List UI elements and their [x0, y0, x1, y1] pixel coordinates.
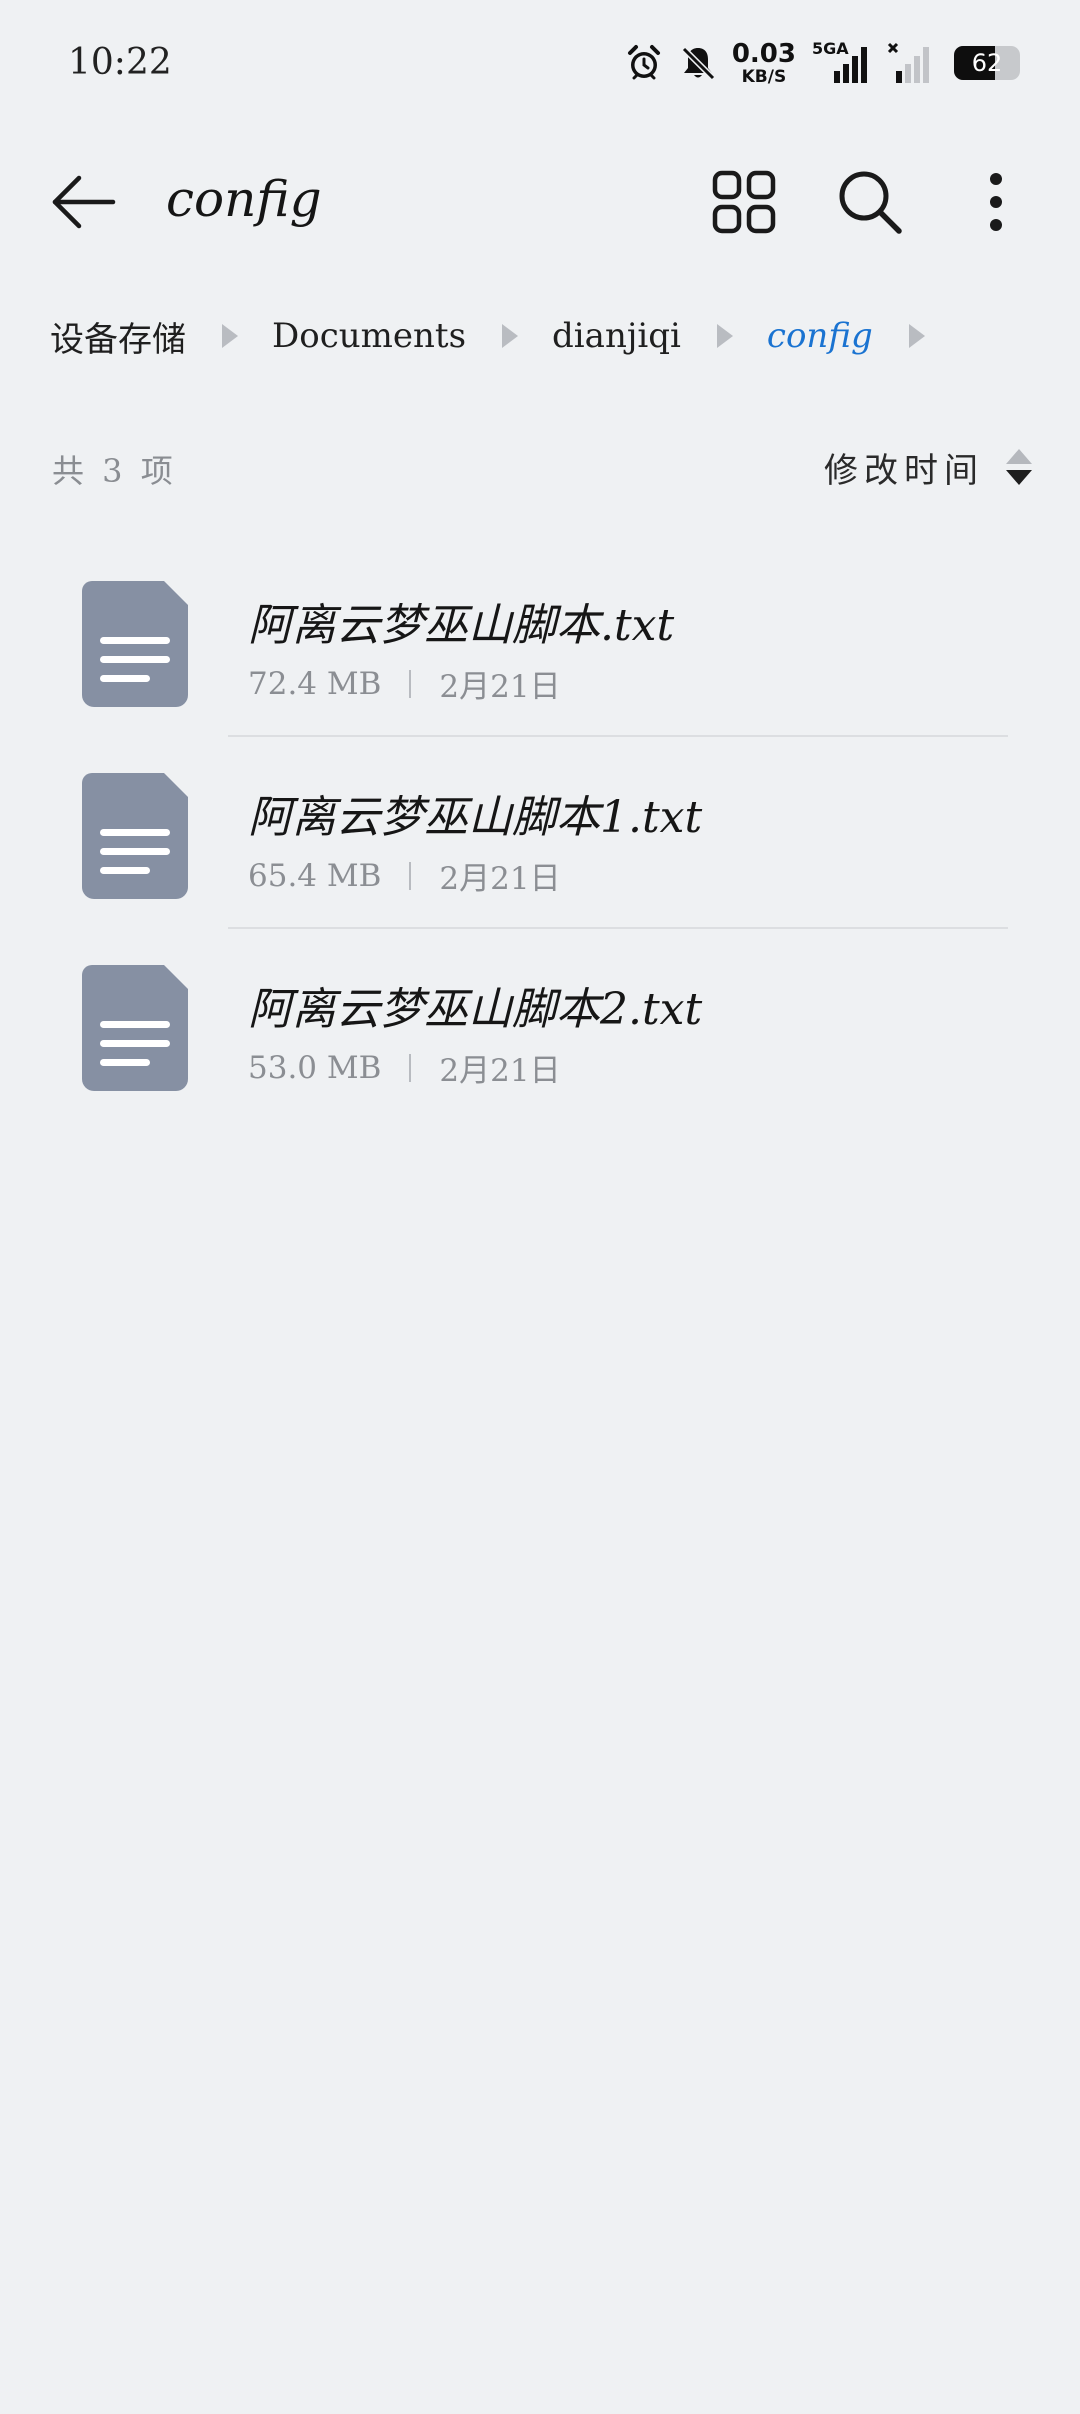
- search-icon: [839, 171, 902, 234]
- meta-divider: [409, 861, 412, 890]
- breadcrumb-separator-icon: [222, 324, 238, 348]
- status-bar: 10:22 0.03 KB/S 5GA 62: [0, 0, 1080, 130]
- breadcrumb-item-device-storage[interactable]: 设备存储: [50, 312, 186, 361]
- breadcrumb: 设备存储 Documents dianjiqi config: [50, 310, 959, 362]
- back-arrow-icon: [52, 175, 116, 229]
- file-size: 72.4 MB: [248, 665, 382, 702]
- file-meta: 53.0 MB 2月21日: [248, 1045, 561, 1090]
- breadcrumb-item-dianjiqi[interactable]: dianjiqi: [552, 316, 681, 356]
- search-button[interactable]: [830, 162, 910, 242]
- grid-view-button[interactable]: [704, 162, 784, 242]
- file-list: 阿离云梦巫山脚本.txt 72.4 MB 2月21日 阿离云梦巫山脚本1.txt…: [0, 545, 1080, 1121]
- text-file-icon: [82, 965, 188, 1091]
- more-options-button[interactable]: [956, 162, 1036, 242]
- title-bar: config: [0, 140, 1080, 260]
- more-vert-icon: [990, 173, 1002, 231]
- sort-order-icon[interactable]: [1006, 449, 1032, 485]
- network-speed: 0.03 KB/S: [732, 41, 796, 86]
- file-size: 65.4 MB: [248, 857, 382, 894]
- battery-level: 62: [971, 49, 1003, 77]
- breadcrumb-separator-icon: [502, 324, 519, 348]
- signal-icon: 5GA: [810, 39, 872, 85]
- list-header: 共 3 项 修改时间: [52, 442, 1032, 492]
- file-name: 阿离云梦巫山脚本.txt: [248, 600, 675, 651]
- sort-ascending-icon: [1006, 449, 1032, 464]
- file-date: 2月21日: [439, 669, 561, 705]
- network-speed-unit: KB/S: [741, 66, 787, 87]
- file-size: 53.0 MB: [248, 1049, 382, 1086]
- signal-weak-icon: [886, 41, 934, 85]
- breadcrumb-separator-icon: [716, 324, 733, 348]
- file-meta: 72.4 MB 2月21日: [248, 661, 561, 706]
- text-file-icon: [82, 581, 188, 707]
- breadcrumb-item-documents[interactable]: Documents: [272, 316, 466, 356]
- network-speed-value: 0.03: [731, 38, 796, 69]
- list-item[interactable]: 阿离云梦巫山脚本2.txt 53.0 MB 2月21日: [0, 929, 1080, 1121]
- grid-view-icon: [712, 170, 776, 234]
- page-title: config: [166, 170, 322, 228]
- bell-off-icon: [678, 43, 718, 83]
- sort-descending-icon: [1006, 470, 1032, 485]
- item-count: 共 3 项: [52, 452, 177, 490]
- text-file-icon: [82, 773, 188, 899]
- back-button[interactable]: [44, 162, 124, 242]
- file-date: 2月21日: [439, 1053, 561, 1089]
- list-item[interactable]: 阿离云梦巫山脚本.txt 72.4 MB 2月21日: [0, 545, 1080, 737]
- status-time: 10:22: [68, 42, 172, 83]
- breadcrumb-item-config[interactable]: config: [767, 316, 873, 356]
- sort-label: 修改时间: [824, 450, 984, 491]
- file-date: 2月21日: [439, 861, 561, 897]
- meta-divider: [409, 1053, 412, 1082]
- meta-divider: [409, 669, 412, 698]
- battery-icon: 62: [954, 46, 1020, 80]
- file-name: 阿离云梦巫山脚本1.txt: [248, 792, 703, 843]
- breadcrumb-separator-icon: [908, 324, 925, 348]
- list-item[interactable]: 阿离云梦巫山脚本1.txt 65.4 MB 2月21日: [0, 737, 1080, 929]
- status-icons: 0.03 KB/S 5GA 62: [624, 38, 1020, 88]
- alarm-icon: [624, 43, 664, 83]
- file-name: 阿离云梦巫山脚本2.txt: [248, 984, 703, 1035]
- file-meta: 65.4 MB 2月21日: [248, 853, 561, 898]
- sort-button[interactable]: 修改时间: [824, 442, 1032, 492]
